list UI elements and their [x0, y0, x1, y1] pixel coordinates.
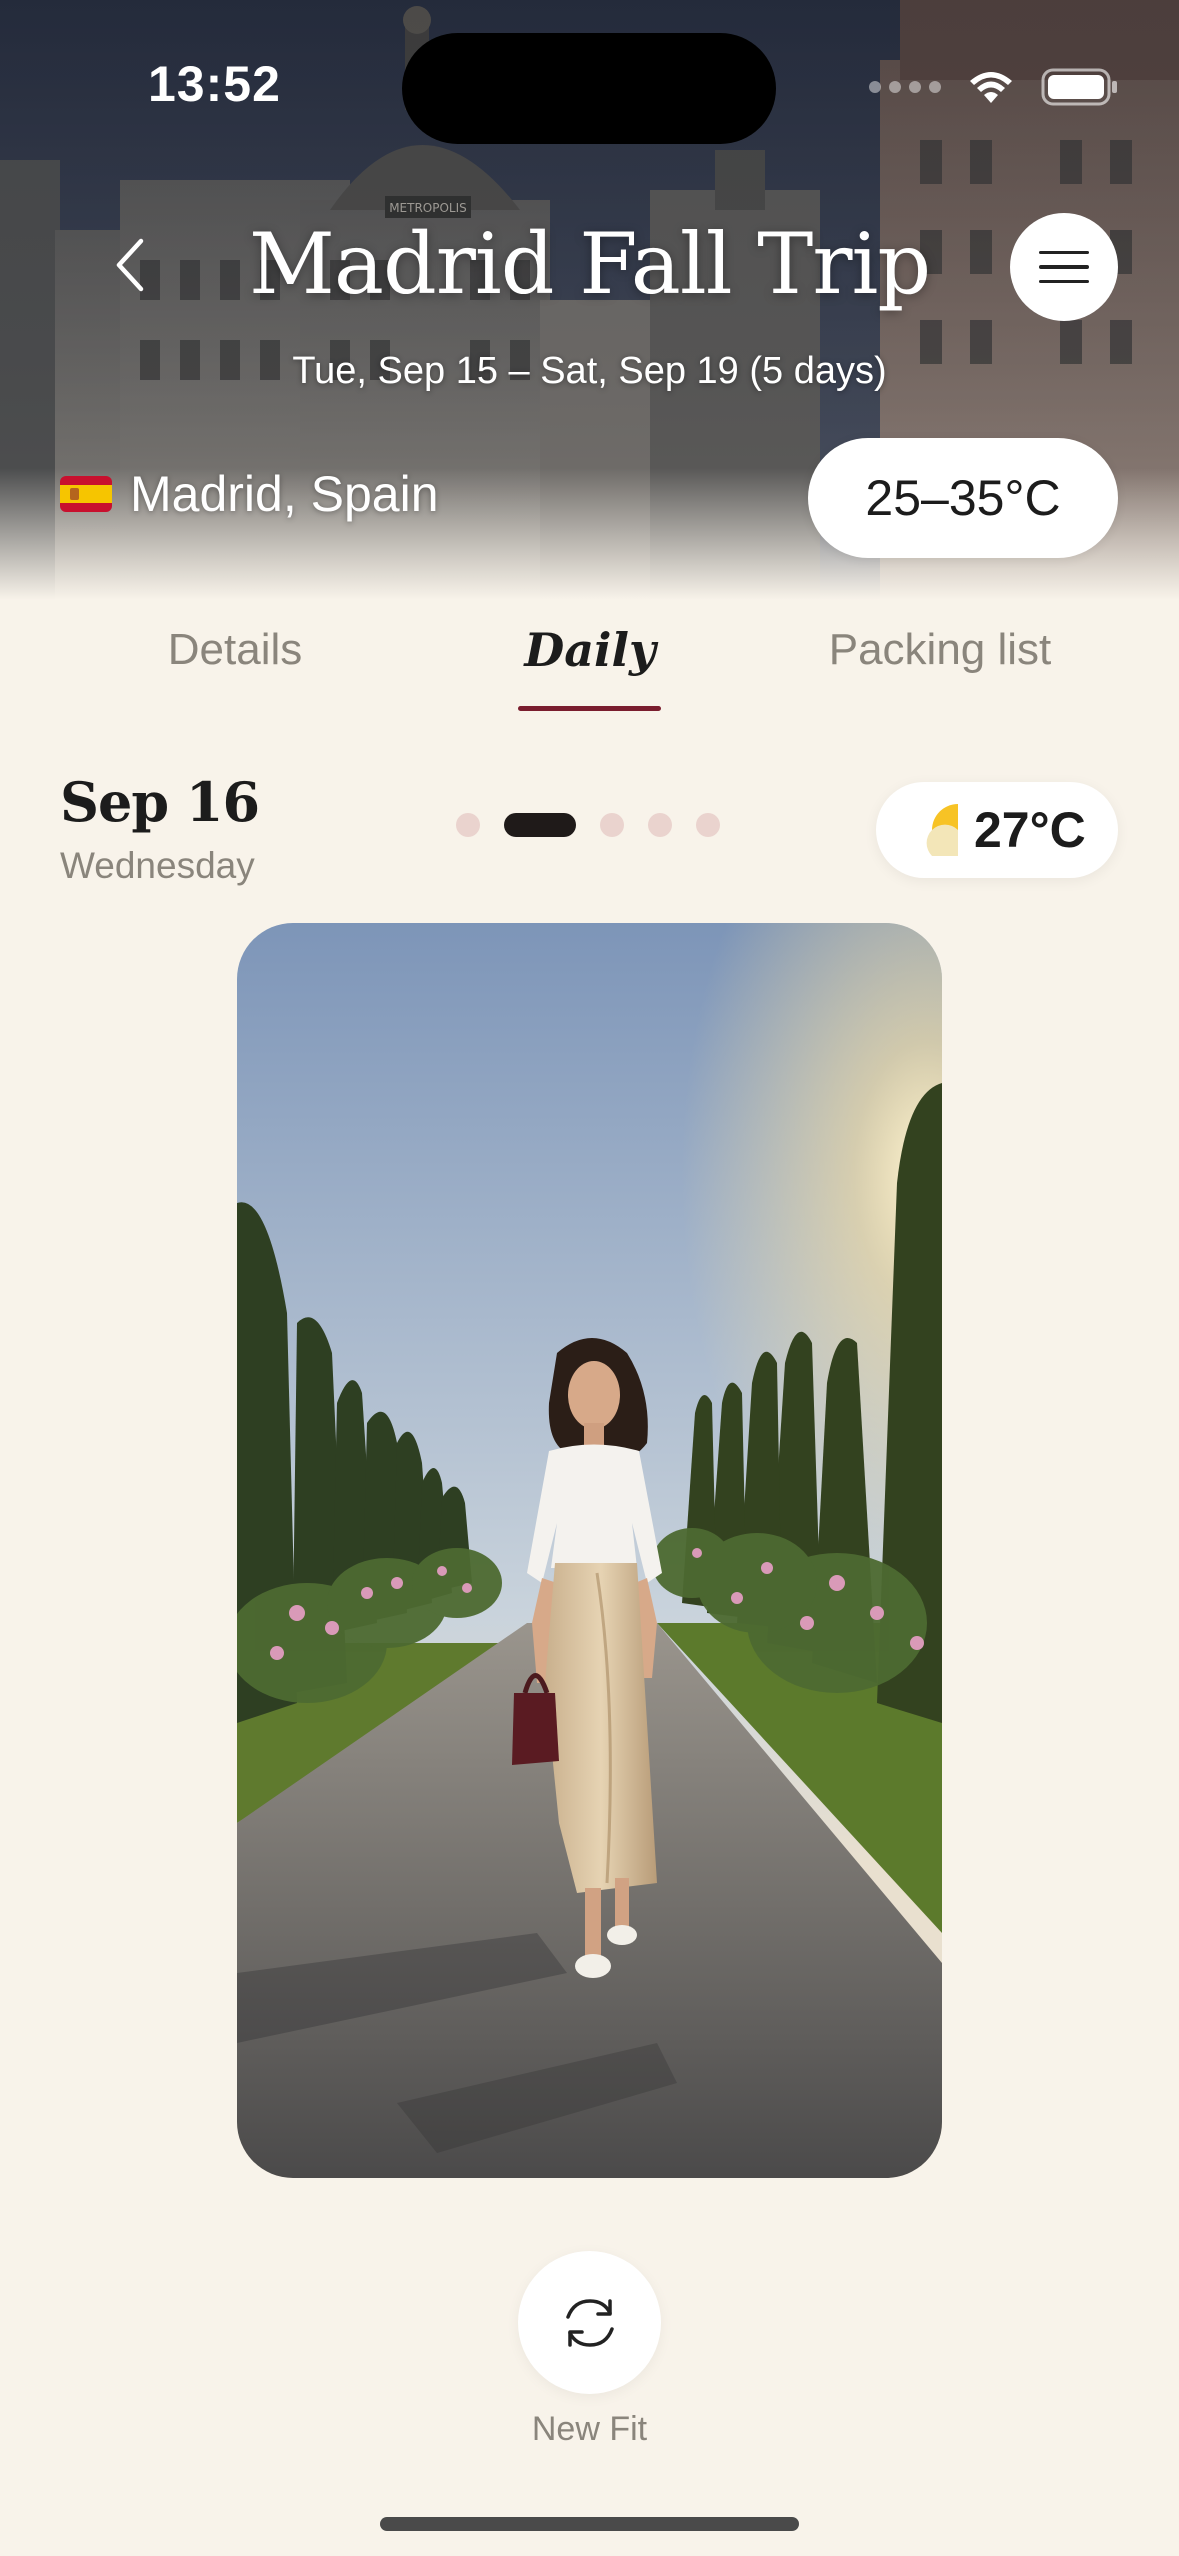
day-temperature: 27°C [974, 802, 1086, 858]
partly-sunny-icon [926, 804, 958, 856]
chevron-left-icon [116, 238, 144, 292]
hamburger-icon [1039, 250, 1089, 255]
wifi-icon [970, 72, 1012, 103]
day-weekday: Wednesday [60, 845, 255, 886]
temperature-range-badge[interactable]: 25–35°C [808, 438, 1118, 558]
spain-flag-icon [60, 476, 112, 512]
tab-details[interactable]: Details [120, 610, 350, 690]
trip-tabs: Details Daily Packing list [0, 610, 1179, 710]
status-time: 13:52 [148, 56, 281, 112]
back-button[interactable] [100, 230, 160, 300]
day-weather-badge[interactable]: 27°C [876, 782, 1118, 878]
home-indicator[interactable] [380, 2517, 799, 2531]
pager-dot[interactable] [696, 813, 720, 837]
trip-title: Madrid Fall Trip [248, 215, 931, 313]
pager-dot-active[interactable] [504, 813, 576, 837]
new-fit-label: New Fit [531, 2410, 648, 2448]
new-fit-button[interactable] [518, 2251, 661, 2394]
status-icons [869, 62, 1119, 112]
pager-dot[interactable] [456, 813, 480, 837]
trip-location: Madrid, Spain [60, 465, 439, 523]
pager-dot[interactable] [648, 813, 672, 837]
battery-icon [1041, 68, 1117, 106]
active-tab-indicator [518, 706, 661, 711]
tab-daily[interactable]: Daily [470, 610, 710, 690]
day-pager[interactable] [456, 810, 720, 840]
refresh-icon [565, 2298, 614, 2347]
trip-dates: Tue, Sep 15 – Sat, Sep 19 (5 days) [292, 350, 887, 392]
trip-daily-screen: METROPOLIS 13:52 [0, 0, 1179, 2556]
pager-dot[interactable] [600, 813, 624, 837]
menu-button[interactable] [1010, 213, 1118, 321]
location-label: Madrid, Spain [130, 466, 439, 522]
day-date: Sep 16 [60, 770, 260, 834]
cellular-signal-icon [869, 81, 941, 93]
outfit-photo[interactable] [237, 923, 942, 2178]
dynamic-island [402, 33, 776, 144]
tab-packing-list[interactable]: Packing list [790, 610, 1090, 690]
